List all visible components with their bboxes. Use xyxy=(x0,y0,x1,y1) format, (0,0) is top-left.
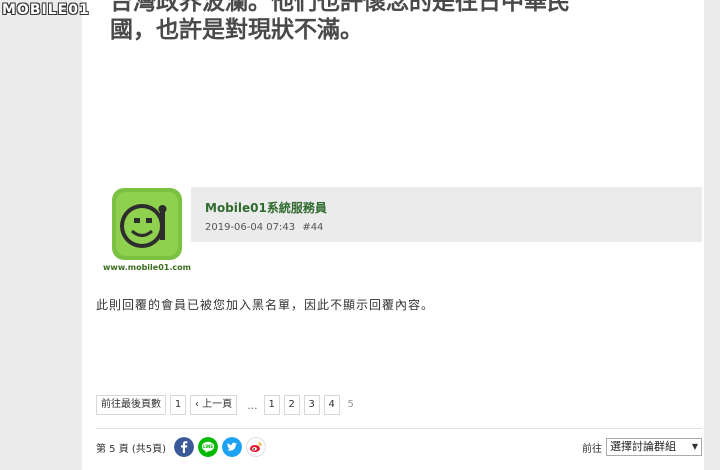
goto-label: 前往 xyxy=(582,443,602,455)
avatar[interactable]: www.mobile01.com xyxy=(98,184,196,280)
current-page: 5 xyxy=(343,396,358,414)
forum-select[interactable]: 選擇討論群組 ▼ xyxy=(606,438,702,456)
mobile01-logo-icon: www.mobile01.com xyxy=(103,188,191,272)
facebook-icon[interactable] xyxy=(174,437,195,457)
author-name[interactable]: Mobile01系統服務員 xyxy=(205,199,327,216)
quote-line-1: 台灣政界波瀾。他們也許懷念的是往日中華民 xyxy=(110,0,630,12)
weibo-icon[interactable] xyxy=(246,437,267,457)
chevron-down-icon: ▼ xyxy=(691,442,698,451)
mobile01-watermark: MOBILE01 xyxy=(2,2,90,18)
footer-left: 第 5 頁 (共5頁) LINE xyxy=(96,436,267,458)
quote-line-2: 國，也許是對現狀不滿。 xyxy=(110,17,363,43)
page-info: 第 5 頁 (共5頁) xyxy=(96,443,167,455)
footer-right: 前往 選擇討論群組 ▼ xyxy=(582,437,702,457)
svg-text:LINE: LINE xyxy=(203,444,213,449)
twitter-icon[interactable] xyxy=(222,437,243,457)
page-button-3[interactable]: 3 xyxy=(303,395,320,415)
post-floor[interactable]: #44 xyxy=(302,222,323,233)
page-button-1[interactable]: 1 xyxy=(263,395,280,415)
post-meta: 2019-06-04 07:43 #44 xyxy=(205,222,323,233)
page-button-2[interactable]: 2 xyxy=(283,395,300,415)
pagination: 前往最後頁數 1 ‹ 上一頁 ... 1 2 3 4 5 xyxy=(96,395,362,415)
first-page-button[interactable]: 1 xyxy=(170,395,186,415)
line-icon[interactable]: LINE xyxy=(198,437,219,457)
first-unread-button[interactable]: 前往最後頁數 xyxy=(96,395,166,415)
prev-page-button[interactable]: ‹ 上一頁 xyxy=(190,395,238,415)
page-button-4[interactable]: 4 xyxy=(323,395,340,415)
forum-select-value: 選擇討論群組 xyxy=(610,440,676,453)
post-date: 2019-06-04 07:43 xyxy=(205,222,296,233)
author-header: Mobile01系統服務員 2019-06-04 07:43 #44 xyxy=(191,187,702,242)
pagination-ellipsis: ... xyxy=(247,398,258,412)
thread-content: 台灣政界波瀾。他們也許懷念的是往日中華民 國，也許是對現狀不滿。 www.mob… xyxy=(82,0,704,470)
avatar-caption: www.mobile01.com xyxy=(103,263,191,272)
divider xyxy=(96,428,702,429)
post-body: 此則回覆的會員已被您加入黑名單，因此不顯示回覆內容。 xyxy=(96,298,435,312)
quoted-text: 台灣政界波瀾。他們也許懷念的是往日中華民 國，也許是對現狀不滿。 xyxy=(110,0,630,48)
